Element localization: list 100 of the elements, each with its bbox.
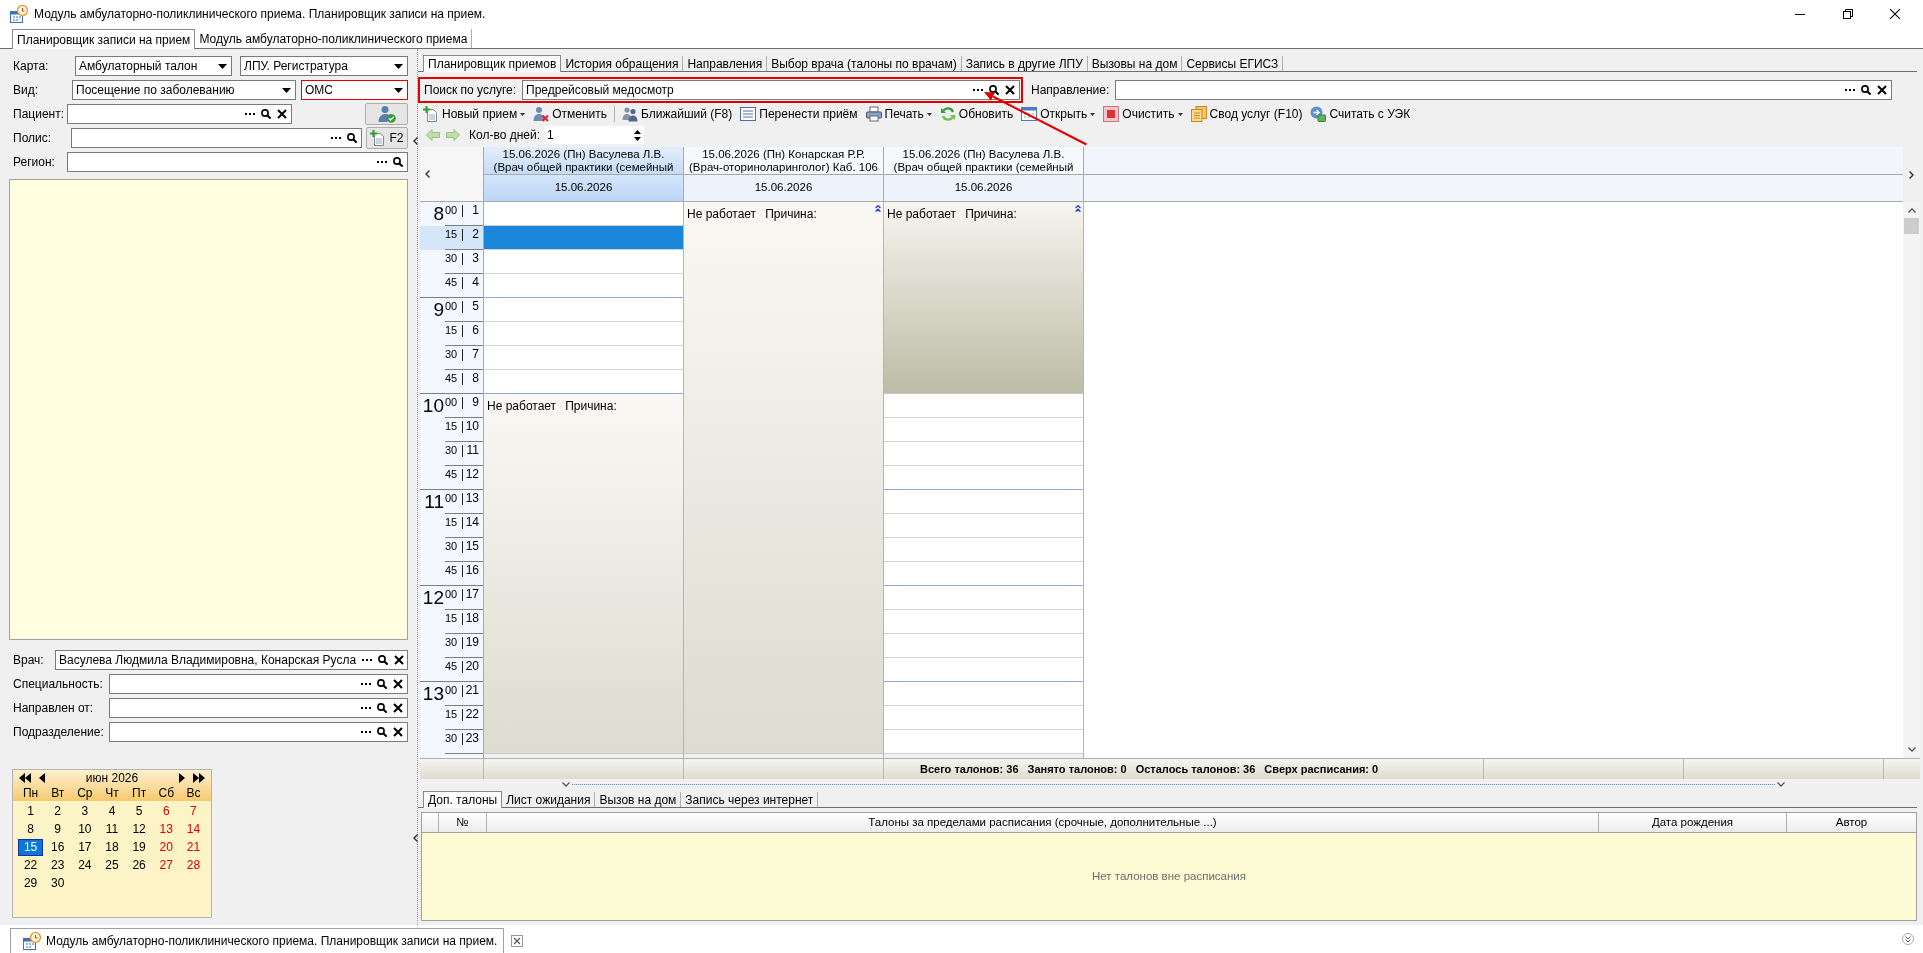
time-slot[interactable] [484, 226, 683, 250]
cross-icon[interactable] [393, 727, 403, 737]
calendar-day[interactable]: 8 [18, 820, 44, 838]
column-header[interactable]: 15.06.2026 (Пн) Конарская Р.Р. (Врач-оториноларинголог) Каб. 106 [684, 147, 883, 175]
taskbar-tab[interactable]: Модуль амбулаторно-поликлинического приема. Планировщик записи на прием. [10, 928, 505, 953]
calendar-day[interactable]: 2 [45, 802, 71, 820]
tab[interactable]: Выбор врача (талоны по врачам) [767, 56, 962, 71]
scrollbar-thumb[interactable] [1904, 218, 1919, 234]
calendar-day[interactable]: 26 [126, 856, 152, 874]
column-header[interactable]: 15.06.2026 (Пн) Васулева Л.В. (Врач общей практики (семейный [484, 147, 683, 175]
dropdown[interactable]: ЛПУ. Регистратура [240, 56, 408, 76]
search-icon[interactable] [377, 679, 387, 689]
tab[interactable]: История обращения [561, 56, 684, 71]
search-icon[interactable] [1861, 85, 1871, 95]
date-header[interactable]: 15.06.2026 [884, 175, 1083, 202]
calendar-day[interactable]: 4 [99, 802, 125, 820]
open-button[interactable]: Открыть [1020, 104, 1097, 124]
chevron-down-icon[interactable] [1777, 782, 1785, 787]
cross-icon[interactable] [394, 655, 405, 665]
calendar-day[interactable]: 24 [72, 856, 98, 874]
cross-icon[interactable] [393, 679, 403, 689]
calendar-day[interactable]: 9 [45, 820, 71, 838]
calendar-day[interactable]: 16 [45, 838, 71, 856]
search-icon[interactable] [347, 133, 357, 143]
input-field[interactable] [71, 128, 362, 148]
fast-forward-icon[interactable] [193, 773, 205, 783]
triangle-left-icon[interactable] [39, 773, 45, 783]
calendar-day[interactable]: 12 [126, 820, 152, 838]
scrollbar[interactable] [1903, 202, 1920, 758]
tab[interactable]: Вызов на дом [595, 792, 682, 807]
tab[interactable]: Модуль амбулаторно-поликлинического приема [195, 29, 473, 48]
chevron-up-icon[interactable] [1907, 208, 1916, 213]
triangle-right-icon[interactable] [179, 773, 185, 783]
calendar-day[interactable]: 7 [180, 802, 206, 820]
date-header[interactable]: 15.06.2026 [684, 175, 883, 202]
refresh-button[interactable]: Обновить [938, 104, 1015, 124]
tab[interactable]: Запись через интернет [681, 792, 819, 807]
input-field[interactable] [109, 698, 408, 718]
dropdown[interactable]: Посещение по заболеванию [72, 80, 296, 100]
calendar-day[interactable]: 5 [126, 802, 152, 820]
patient-lookup-button[interactable] [365, 103, 408, 125]
calendar-day[interactable]: 14 [180, 820, 206, 838]
calendar-day[interactable]: 10 [72, 820, 98, 838]
spin-up-icon[interactable] [634, 129, 641, 134]
search-icon[interactable] [261, 109, 271, 119]
calendar-day[interactable]: 13 [153, 820, 179, 838]
dropdown[interactable]: ОМС [301, 80, 408, 100]
new-appointment-button[interactable]: Новый прием [422, 104, 527, 124]
tab[interactable]: Сервисы ЕГИСЗ [1182, 56, 1284, 71]
input-field[interactable] [1115, 80, 1892, 100]
input-field[interactable] [109, 674, 408, 694]
calendar-day[interactable]: 19 [126, 838, 152, 856]
new-policy-button[interactable]: F2 [366, 127, 408, 149]
calendar-day[interactable]: 15 [18, 838, 44, 856]
close-box-icon[interactable] [511, 935, 524, 947]
calendar-day[interactable]: 3 [72, 802, 98, 820]
column-header[interactable]: 15.06.2026 (Пн) Васулева Л.В. (Врач общей практики (семейный [884, 147, 1083, 175]
search-icon[interactable] [989, 85, 999, 95]
calendar-day[interactable]: 23 [45, 856, 71, 874]
calendar-day[interactable]: 20 [153, 838, 179, 856]
calendar-day[interactable]: 28 [180, 856, 206, 874]
double-chevron-down-icon[interactable] [1902, 933, 1914, 945]
rewind-icon[interactable] [19, 773, 31, 783]
cross-icon[interactable] [393, 703, 403, 713]
input-field[interactable] [109, 722, 408, 742]
double-chevron-up-icon[interactable] [1075, 204, 1081, 212]
column-header[interactable]: Автор [1787, 813, 1916, 832]
chevron-left-icon[interactable] [412, 137, 418, 145]
splitter-handle[interactable] [413, 49, 418, 925]
calendar-day[interactable]: 11 [99, 820, 125, 838]
column-header[interactable]: № [439, 813, 487, 832]
clear-button[interactable]: Очистить [1102, 104, 1184, 124]
calendar-day[interactable]: 21 [180, 838, 206, 856]
calendar-day[interactable]: 25 [99, 856, 125, 874]
calendar-day[interactable]: 22 [18, 856, 44, 874]
tab[interactable]: Планировщик приемов [423, 55, 562, 72]
dropdown[interactable]: Амбулаторный талон [75, 56, 232, 76]
chevron-down-icon[interactable] [562, 782, 570, 787]
search-icon[interactable] [377, 703, 387, 713]
calendar-day[interactable]: 27 [153, 856, 179, 874]
input-field[interactable]: Васулева Людмила Владимировна, Конарская Русла [55, 650, 408, 670]
cancel-button[interactable]: Отменить [532, 104, 609, 124]
calendar-day[interactable]: 30 [45, 874, 71, 892]
column-header[interactable]: Дата рождения [1599, 813, 1787, 832]
calendar-day[interactable]: 29 [18, 874, 44, 892]
minimize-icon[interactable] [1795, 13, 1805, 15]
print-button[interactable]: Печать [864, 104, 933, 124]
cross-icon[interactable] [1005, 85, 1015, 95]
cross-icon[interactable] [1877, 85, 1887, 95]
calendar-day[interactable]: 6 [153, 802, 179, 820]
column-header[interactable]: Талоны за пределами расписания (срочные, дополнительные ...) [487, 813, 1599, 832]
chevron-left-icon[interactable] [412, 834, 418, 842]
date-header[interactable]: 15.06.2026 [484, 175, 683, 202]
chevron-down-icon[interactable] [1907, 747, 1916, 752]
double-chevron-up-icon[interactable] [875, 204, 881, 212]
tab[interactable]: Направления [683, 56, 768, 71]
input-field[interactable] [67, 152, 408, 172]
calendar-day[interactable]: 1 [18, 802, 44, 820]
search-icon[interactable] [378, 655, 389, 665]
spin-down-icon[interactable] [634, 136, 641, 141]
